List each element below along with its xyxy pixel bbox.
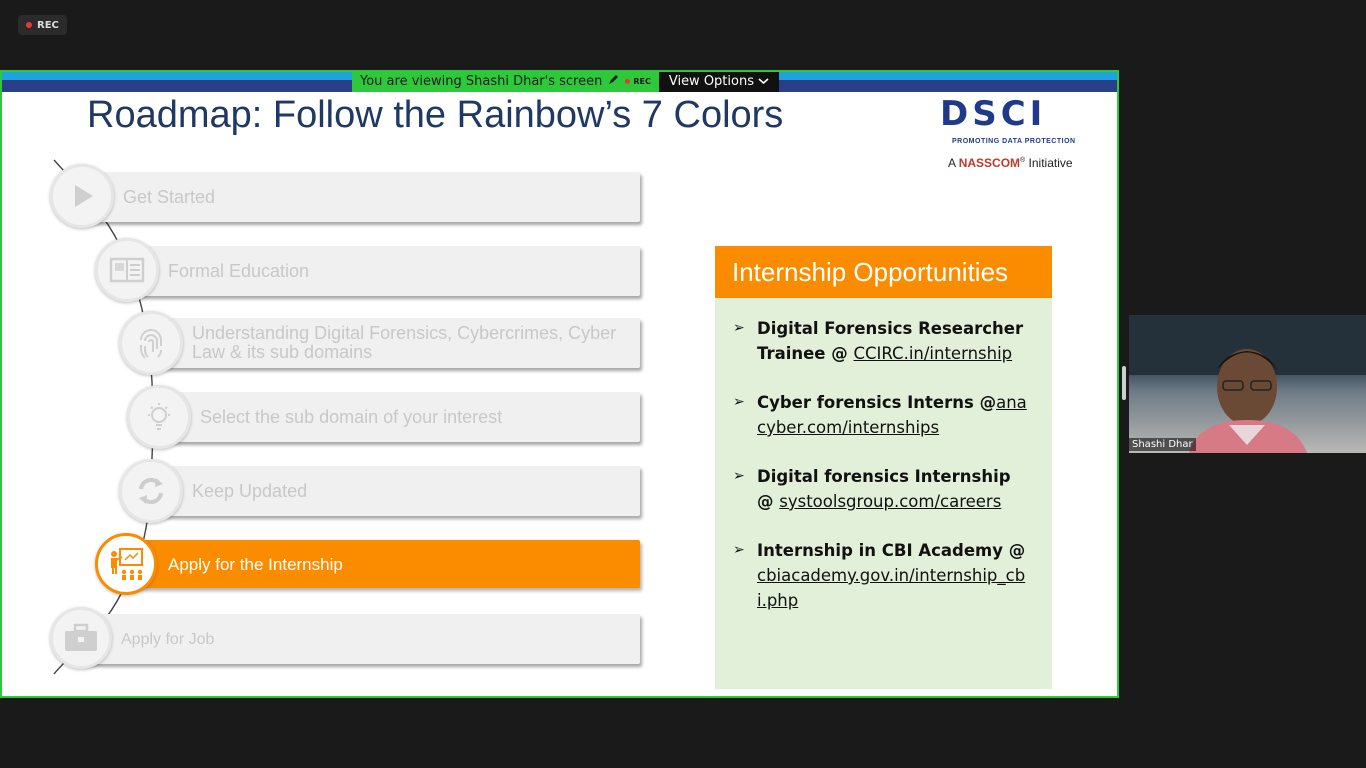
record-dot-icon bbox=[625, 78, 631, 84]
initiative-prefix: A bbox=[948, 156, 956, 170]
roadmap-step-select-subdomain: Select the sub domain of your interest bbox=[160, 392, 640, 442]
banner-rec: REC bbox=[625, 77, 651, 86]
internship-header: Internship Opportunities bbox=[715, 246, 1052, 298]
internship-title: Internship in CBI Academy @ bbox=[757, 541, 1026, 560]
dsci-logo: DSCI PROMOTING DATA PROTECTION A NASSCOM… bbox=[938, 94, 1098, 174]
shared-screen: You are viewing Shashi Dhar's screen REC… bbox=[0, 70, 1119, 698]
list-item: ➢ Internship in CBI Academy @ cbiacademy… bbox=[733, 538, 1032, 613]
record-dot-icon bbox=[26, 22, 32, 28]
step-label: Apply for the Internship bbox=[168, 554, 343, 574]
list-item: ➢ Digital Forensics Researcher Trainee @… bbox=[733, 316, 1032, 366]
roadmap-step-apply-internship: Apply for the Internship bbox=[126, 540, 640, 588]
step-label: Select the sub domain of your interest bbox=[200, 406, 503, 427]
recording-label: REC bbox=[37, 19, 59, 31]
book-icon bbox=[95, 238, 159, 302]
participant-avatar bbox=[1129, 315, 1366, 453]
play-icon bbox=[50, 164, 114, 228]
share-banner: You are viewing Shashi Dhar's screen REC… bbox=[352, 72, 779, 92]
step-label: Apply for Job bbox=[121, 630, 215, 648]
share-message-text: You are viewing Shashi Dhar's screen bbox=[360, 73, 603, 89]
list-item: ➢ Cyber forensics Interns @anacyber.com/… bbox=[733, 390, 1032, 440]
internship-list: ➢ Digital Forensics Researcher Trainee @… bbox=[715, 298, 1052, 613]
panel-resize-handle[interactable] bbox=[1122, 366, 1126, 400]
dsci-tagline: PROMOTING DATA PROTECTION bbox=[952, 138, 1076, 145]
recording-indicator: REC bbox=[18, 15, 67, 35]
internship-link[interactable]: CCIRC.in/internship bbox=[854, 344, 1013, 363]
briefcase-icon bbox=[50, 607, 112, 669]
registered-mark: ® bbox=[1020, 157, 1026, 164]
annotate-icon[interactable] bbox=[608, 74, 619, 89]
roadmap-step-apply-job: Apply for Job bbox=[80, 614, 640, 664]
roadmap-step-understanding: Understanding Digital Forensics, Cybercr… bbox=[150, 318, 640, 368]
arrow-bullet-icon: ➢ bbox=[733, 468, 745, 484]
meeting-window: REC You are viewing Shashi Dhar's screen… bbox=[0, 0, 1366, 768]
list-item: ➢ Digital forensics Internship @ systool… bbox=[733, 464, 1032, 514]
dsci-wordmark: DSCI bbox=[940, 94, 1047, 134]
nasscom-initiative: A NASSCOM® Initiative bbox=[948, 156, 1073, 170]
chevron-down-icon bbox=[758, 74, 769, 89]
roadmap-step-keep-updated: Keep Updated bbox=[150, 466, 640, 516]
lightbulb-icon bbox=[127, 385, 191, 449]
internship-link[interactable]: systoolsgroup.com/careers bbox=[779, 492, 1001, 511]
internship-title: Cyber forensics Interns @ bbox=[757, 393, 997, 412]
arrow-bullet-icon: ➢ bbox=[733, 320, 745, 336]
step-label: Keep Updated bbox=[192, 480, 308, 501]
presentation-icon bbox=[95, 533, 157, 595]
initiative-suffix: Initiative bbox=[1028, 156, 1073, 170]
nasscom-brand: NASSCOM bbox=[958, 156, 1021, 170]
refresh-icon bbox=[119, 459, 183, 523]
fingerprint-icon bbox=[119, 311, 183, 375]
roadmap-step-get-started: Get Started bbox=[80, 172, 640, 222]
banner-rec-label: REC bbox=[633, 76, 651, 86]
internship-panel: Internship Opportunities ➢ Digital Foren… bbox=[715, 246, 1052, 689]
roadmap-step-formal-education: Formal Education bbox=[126, 246, 640, 296]
arrow-bullet-icon: ➢ bbox=[733, 542, 745, 558]
timeline-curve bbox=[53, 159, 154, 675]
step-label: Get Started bbox=[123, 186, 216, 207]
internship-link[interactable]: cbiacademy.gov.in/internship_cbi.php bbox=[757, 566, 1025, 610]
share-message: You are viewing Shashi Dhar's screen REC bbox=[352, 72, 659, 92]
view-options-button[interactable]: View Options bbox=[658, 72, 779, 92]
step-label: Understanding Digital Forensics, Cybercr… bbox=[192, 323, 617, 362]
arrow-bullet-icon: ➢ bbox=[733, 394, 745, 410]
participant-name: Shashi Dhar bbox=[1129, 438, 1196, 451]
step-label: Formal Education bbox=[168, 260, 310, 281]
view-options-label: View Options bbox=[668, 73, 754, 89]
participant-video-tile[interactable]: Shashi Dhar bbox=[1129, 315, 1366, 453]
